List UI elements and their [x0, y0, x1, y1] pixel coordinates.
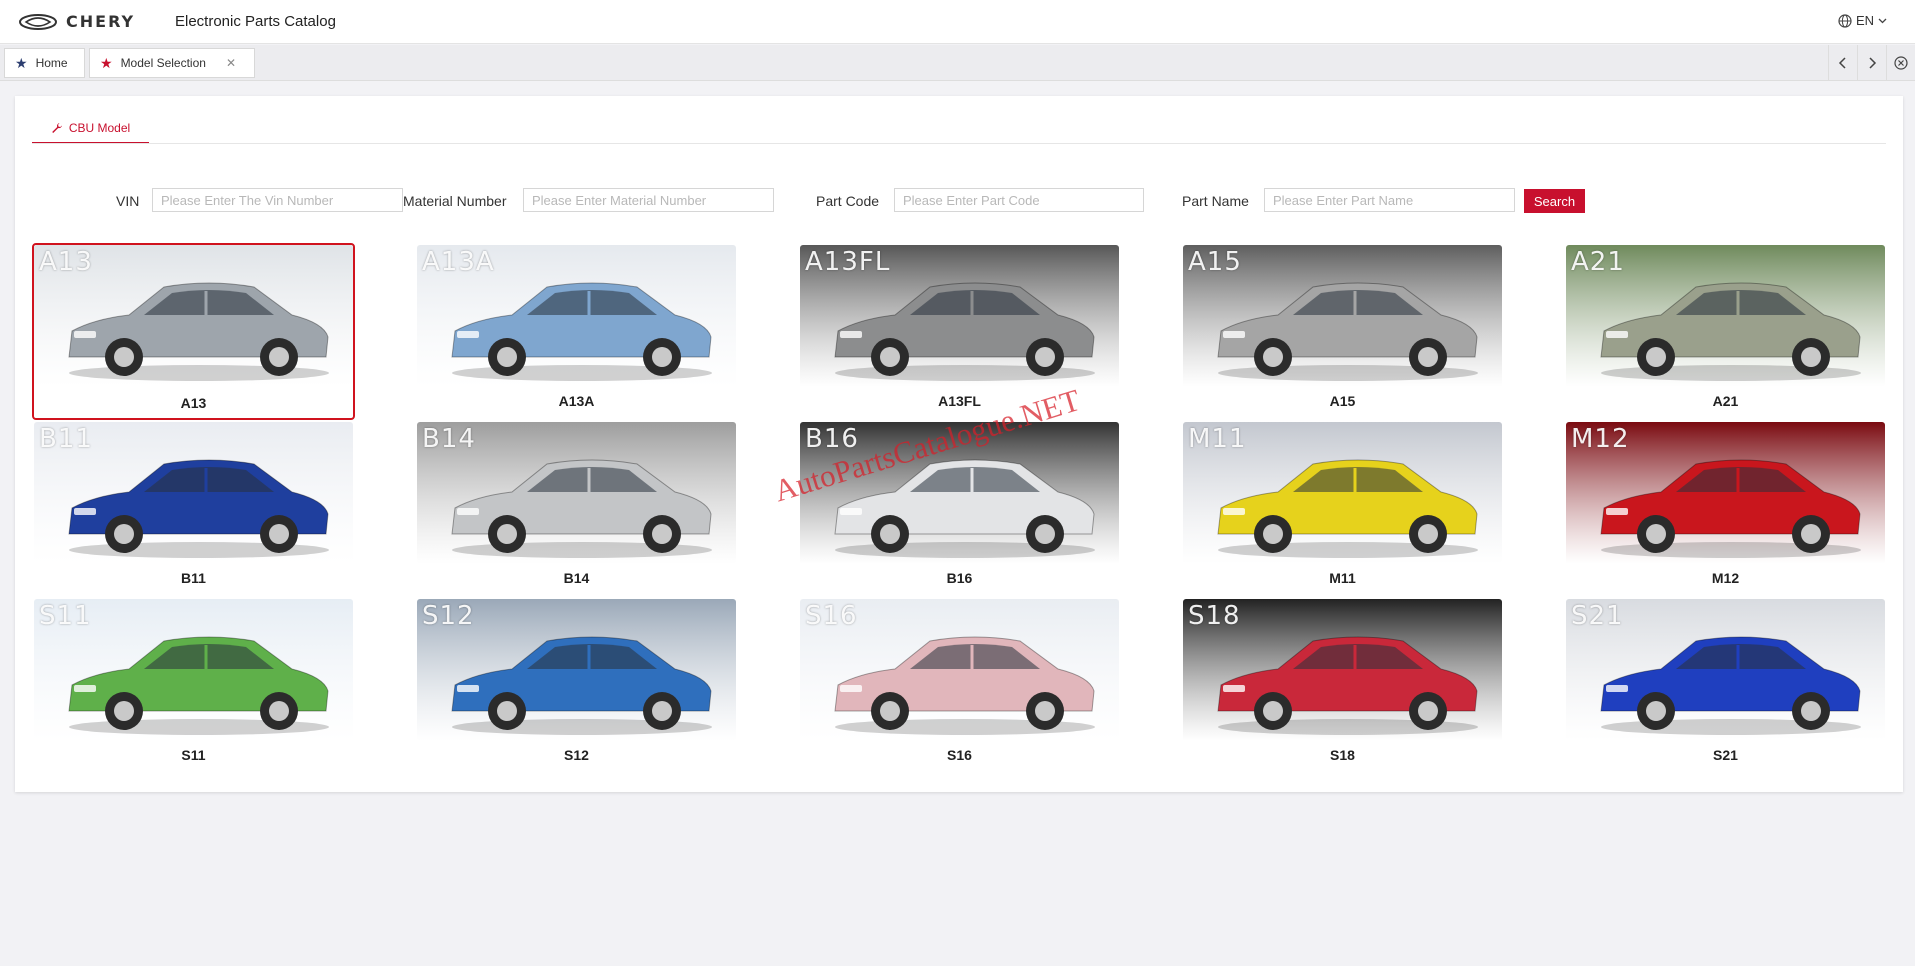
model-image-code: A13A: [422, 247, 495, 277]
language-selector[interactable]: EN: [1838, 13, 1887, 28]
app-title: Electronic Parts Catalog: [175, 13, 336, 30]
model-image-code: B16: [805, 424, 859, 454]
tab-cbu-model[interactable]: CBU Model: [32, 114, 149, 144]
model-image-code: A15: [1188, 247, 1242, 277]
wrench-icon: [52, 123, 62, 133]
model-image: M11: [1183, 422, 1502, 564]
tab-model-selection[interactable]: ★ Model Selection ✕: [89, 48, 255, 78]
part-name-input[interactable]: [1264, 188, 1515, 212]
tab-next-button[interactable]: [1857, 45, 1886, 81]
star-icon: ★: [15, 55, 28, 71]
model-name: A13FL: [938, 393, 981, 409]
part-code-input[interactable]: [894, 188, 1144, 212]
model-image-code: M11: [1188, 424, 1247, 454]
model-image-code: A21: [1571, 247, 1625, 277]
model-image-code: S11: [39, 601, 92, 631]
tab-prev-button[interactable]: [1828, 45, 1857, 81]
model-card[interactable]: A13A A13A: [415, 243, 738, 420]
model-image: A21: [1566, 245, 1885, 387]
model-name: S16: [947, 747, 972, 763]
tab-home[interactable]: ★ Home: [4, 48, 85, 78]
close-circle-icon: [1894, 56, 1908, 70]
model-name: A13A: [558, 393, 595, 409]
close-all-tabs-button[interactable]: [1886, 45, 1915, 81]
language-label: EN: [1855, 13, 1874, 28]
model-image-code: S16: [805, 601, 858, 631]
model-card[interactable]: M11 M11: [1181, 420, 1504, 597]
vin-input[interactable]: [152, 188, 403, 212]
model-card[interactable]: S18 S18: [1181, 597, 1504, 774]
model-name: S12: [564, 747, 589, 763]
search-button[interactable]: Search: [1524, 189, 1585, 213]
model-name: S11: [181, 747, 206, 763]
model-image: A13: [34, 245, 353, 387]
model-image: B11: [34, 422, 353, 564]
model-card[interactable]: M12 M12: [1564, 420, 1887, 597]
model-name: S21: [1713, 747, 1738, 763]
model-image-code: A13FL: [805, 247, 891, 277]
model-card[interactable]: A13 A13: [32, 243, 355, 420]
model-image: A15: [1183, 245, 1502, 387]
model-name: A13: [180, 395, 207, 411]
tab-controls: [1828, 45, 1915, 81]
model-image: B16: [800, 422, 1119, 564]
model-image-code: A13: [39, 247, 93, 277]
chevron-right-icon: [1869, 57, 1877, 69]
model-card[interactable]: S12 S12: [415, 597, 738, 774]
model-image: S18: [1183, 599, 1502, 741]
model-image-code: S18: [1188, 601, 1241, 631]
chevron-left-icon: [1838, 57, 1846, 69]
globe-icon: [1838, 13, 1852, 28]
model-card[interactable]: A15 A15: [1181, 243, 1504, 420]
model-card[interactable]: B14 B14: [415, 420, 738, 597]
subtab-label: CBU Model: [68, 121, 131, 135]
model-card[interactable]: S16 S16: [798, 597, 1121, 774]
model-image: S11: [34, 599, 353, 741]
model-card[interactable]: B11 B11: [32, 420, 355, 597]
close-icon[interactable]: ✕: [226, 56, 236, 70]
model-image: S12: [417, 599, 736, 741]
model-name: B16: [946, 570, 973, 586]
chery-logo-icon: [19, 13, 57, 30]
part-code-label: Part Code: [816, 193, 880, 209]
model-card[interactable]: S11 S11: [32, 597, 355, 774]
model-name: A15: [1329, 393, 1356, 409]
brand-name: CHERY: [66, 12, 136, 31]
tab-label: Model Selection: [120, 56, 206, 70]
model-name: B11: [181, 570, 206, 586]
model-image-code: S12: [422, 601, 475, 631]
model-image: B14: [417, 422, 736, 564]
model-image-code: B11: [39, 424, 93, 454]
search-filters: VIN Material Number Part Code Part Name …: [15, 188, 1903, 214]
app-header: CHERY Electronic Parts Catalog EN: [0, 0, 1915, 44]
model-image: M12: [1566, 422, 1885, 564]
model-image: S16: [800, 599, 1119, 741]
material-number-label: Material Number: [403, 193, 507, 209]
tab-bar: ★ Home ★ Model Selection ✕: [0, 45, 1915, 81]
model-name: M12: [1711, 570, 1740, 586]
model-image-code: S21: [1571, 601, 1624, 631]
divider: [32, 143, 1886, 144]
model-image-code: M12: [1571, 424, 1630, 454]
vin-label: VIN: [116, 193, 140, 209]
model-name: S18: [1330, 747, 1355, 763]
model-card[interactable]: B16 B16: [798, 420, 1121, 597]
model-card[interactable]: S21 S21: [1564, 597, 1887, 774]
model-card[interactable]: A21 A21: [1564, 243, 1887, 420]
model-image: A13A: [417, 245, 736, 387]
model-name: B14: [563, 570, 590, 586]
chevron-down-icon: [1878, 18, 1887, 24]
material-number-input[interactable]: [523, 188, 774, 212]
model-panel: CBU Model VIN Material Number Part Code …: [15, 96, 1903, 792]
model-card[interactable]: A13FL A13FL: [798, 243, 1121, 420]
model-image: A13FL: [800, 245, 1119, 387]
model-image-code: B14: [422, 424, 476, 454]
part-name-label: Part Name: [1182, 193, 1249, 209]
star-icon: ★: [100, 55, 113, 71]
tab-label: Home: [35, 56, 68, 70]
model-name: M11: [1329, 570, 1356, 586]
model-image: S21: [1566, 599, 1885, 741]
model-name: A21: [1712, 393, 1739, 409]
brand-logo[interactable]: CHERY: [18, 12, 135, 31]
